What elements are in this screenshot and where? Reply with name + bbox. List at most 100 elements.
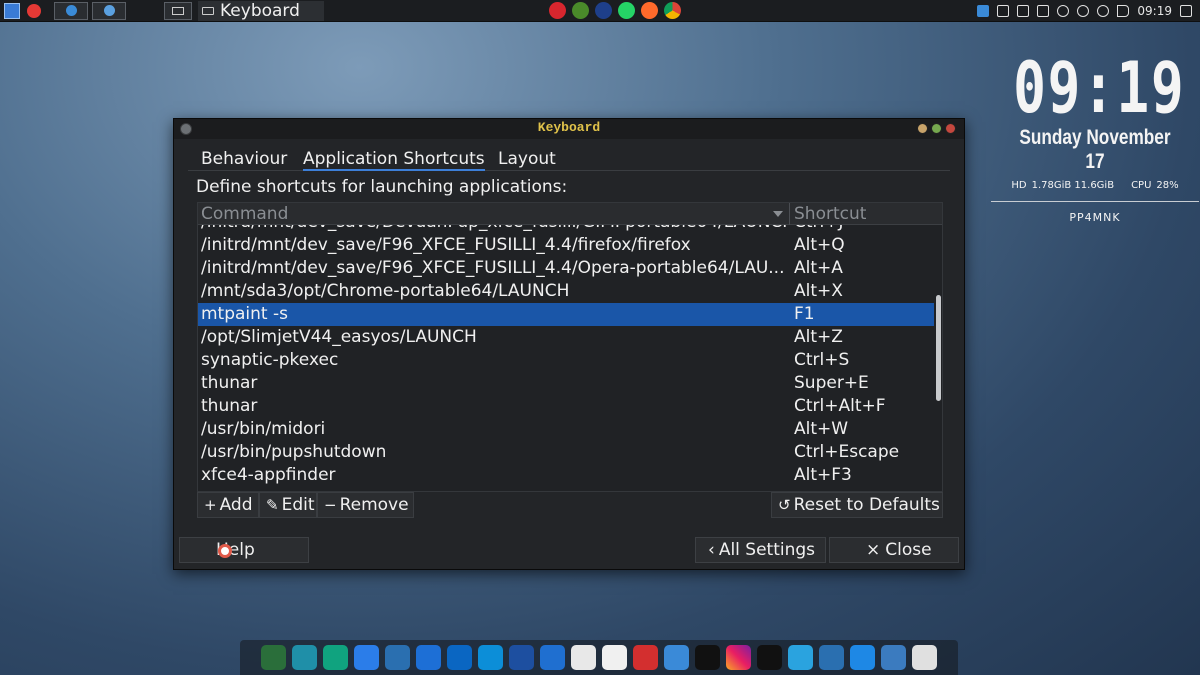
- table-row[interactable]: /mnt/sda3/opt/Chrome-portable64/LAUNCH Al…: [198, 280, 934, 303]
- earth-icon[interactable]: [850, 645, 875, 670]
- minimize-button[interactable]: [917, 123, 928, 134]
- chatgpt-icon[interactable]: [323, 645, 348, 670]
- all-settings-label: All Settings: [718, 540, 816, 560]
- rss-icon[interactable]: [664, 645, 689, 670]
- keyboard-dialog: Keyboard Behaviour Application Shortcuts…: [173, 118, 965, 570]
- tablet-icon[interactable]: [416, 645, 441, 670]
- dialog-titlebar[interactable]: Keyboard: [174, 119, 964, 139]
- widget-date: Sunday November 17: [1019, 126, 1171, 173]
- plus-icon: +: [204, 496, 217, 514]
- globe-icon[interactable]: [509, 645, 534, 670]
- screens-icon[interactable]: [997, 5, 1010, 17]
- column-header-command[interactable]: Command: [201, 203, 288, 225]
- bird-icon[interactable]: [881, 645, 906, 670]
- add-button-label: Add: [219, 495, 253, 515]
- network-icon[interactable]: [977, 5, 990, 17]
- panel-clock[interactable]: 09:19: [1137, 4, 1172, 18]
- reset-icon: ↺: [778, 496, 791, 514]
- linkedin-icon[interactable]: [447, 645, 472, 670]
- workspace-2[interactable]: [92, 1, 126, 20]
- reset-defaults-button[interactable]: ↺ Reset to Defaults: [771, 492, 943, 518]
- table-row[interactable]: synaptic-pkexec Ctrl+S: [198, 349, 934, 372]
- table-row[interactable]: thunar Ctrl+Alt+F: [198, 395, 934, 418]
- edit-button[interactable]: ✎ Edit: [259, 492, 317, 518]
- table-row[interactable]: xfce4-appfinder Alt+F3: [198, 464, 934, 487]
- volume-icon[interactable]: [1117, 5, 1130, 17]
- phone-icon[interactable]: [292, 645, 317, 670]
- help-button[interactable]: Help: [179, 537, 309, 563]
- table-row[interactable]: /opt/SlimjetV44_easyos/LAUNCH Alt+Z: [198, 326, 934, 349]
- tiktok-icon[interactable]: [757, 645, 782, 670]
- app-menu-button[interactable]: [2, 1, 22, 21]
- row-command: mtpaint -s: [201, 304, 288, 324]
- shield-icon[interactable]: [1077, 5, 1090, 17]
- lifebuoy-icon: [218, 544, 232, 558]
- brightness-icon[interactable]: [1097, 5, 1110, 17]
- window-close-button[interactable]: [945, 123, 956, 134]
- canva-icon[interactable]: [354, 645, 379, 670]
- drive-icon[interactable]: [1017, 5, 1030, 17]
- table-row-selected[interactable]: mtpaint -s F1: [198, 303, 934, 326]
- all-settings-button[interactable]: ‹ All Settings: [695, 537, 826, 563]
- heart-icon[interactable]: [633, 645, 658, 670]
- table-header: Command Shortcut: [198, 203, 942, 225]
- table-scrollbar[interactable]: [934, 225, 942, 491]
- user-icon[interactable]: [1057, 5, 1070, 17]
- sort-arrow-icon[interactable]: [773, 211, 783, 217]
- bottom-dock: [240, 640, 958, 675]
- maximize-button[interactable]: [931, 123, 942, 134]
- whatsapp-icon[interactable]: [618, 2, 635, 19]
- row-command: synaptic-pkexec: [201, 350, 339, 370]
- language-flag-icon[interactable]: [595, 2, 612, 19]
- table-row[interactable]: thunar Super+E: [198, 372, 934, 395]
- table-row[interactable]: /usr/bin/midori Alt+W: [198, 418, 934, 441]
- row-shortcut: Ctrl+Escape: [794, 442, 900, 462]
- table-row[interactable]: /usr/bin/pupshutdown Ctrl+Escape: [198, 441, 934, 464]
- pinwheel-icon[interactable]: [385, 645, 410, 670]
- table-row[interactable]: /initrd/mnt/dev_save/F96_XFCE_FUSILLI_4.…: [198, 257, 934, 280]
- panel-menu-icon[interactable]: [1180, 5, 1192, 17]
- mtpaint-icon[interactable]: [572, 2, 589, 19]
- row-command: /initrd/mnt/dev_save/DevuanPup_xfce_fusi…: [201, 225, 786, 234]
- chrome-icon[interactable]: [664, 2, 681, 19]
- widget-cpu-value: 28%: [1156, 180, 1179, 191]
- dialog-title: Keyboard: [537, 120, 601, 135]
- system-monitor-icon[interactable]: [261, 645, 286, 670]
- remove-button[interactable]: − Remove: [317, 492, 414, 518]
- tab-bar: Behaviour Application Shortcuts Layout: [188, 147, 950, 171]
- quick-launch: [549, 2, 681, 19]
- column-separator[interactable]: [789, 203, 790, 225]
- bars-icon[interactable]: [540, 645, 565, 670]
- instagram-icon[interactable]: [726, 645, 751, 670]
- column-header-shortcut[interactable]: Shortcut: [794, 203, 866, 225]
- edge-icon[interactable]: [478, 645, 503, 670]
- opera-icon[interactable]: [549, 2, 566, 19]
- plus-icon-dock[interactable]: [819, 645, 844, 670]
- amazon-icon[interactable]: [571, 645, 596, 670]
- row-command: xfce4-appfinder: [201, 465, 336, 485]
- table-toolbar: + Add ✎ Edit − Remove ↺ Reset to Default…: [197, 492, 943, 518]
- scrollbar-thumb[interactable]: [936, 295, 941, 401]
- row-shortcut: Alt+Z: [794, 327, 843, 347]
- add-button[interactable]: + Add: [197, 492, 259, 518]
- tab-layout[interactable]: Layout: [498, 149, 556, 171]
- mail-icon[interactable]: [602, 645, 627, 670]
- table-row[interactable]: /initrd/mnt/dev_save/F96_XFCE_FUSILLI_4.…: [198, 234, 934, 257]
- taskbar-window-keyboard[interactable]: Keyboard: [198, 0, 324, 21]
- edit-button-label: Edit: [281, 495, 315, 515]
- telegram-icon[interactable]: [788, 645, 813, 670]
- settings-app-icon[interactable]: [912, 645, 937, 670]
- show-desktop-button[interactable]: [164, 1, 192, 20]
- desktop-clock-widget: 09:19 Sunday November 17 HD 1.78GiB 11.6…: [990, 48, 1200, 224]
- power-button[interactable]: [24, 1, 44, 21]
- firefox-icon[interactable]: [641, 2, 658, 19]
- table-row[interactable]: /initrd/mnt/dev_save/DevuanPup_xfce_fusi…: [198, 225, 934, 234]
- close-button[interactable]: × Close: [829, 537, 959, 563]
- x-twitter-icon[interactable]: [695, 645, 720, 670]
- tab-behaviour[interactable]: Behaviour: [201, 149, 287, 171]
- home-icon[interactable]: [1037, 5, 1050, 17]
- workspace-1[interactable]: [54, 1, 88, 20]
- widget-stats: HD 1.78GiB 11.6GiB CPU 28%: [990, 180, 1200, 191]
- keyboard-window-icon: [202, 6, 214, 15]
- tab-application-shortcuts[interactable]: Application Shortcuts: [303, 149, 485, 171]
